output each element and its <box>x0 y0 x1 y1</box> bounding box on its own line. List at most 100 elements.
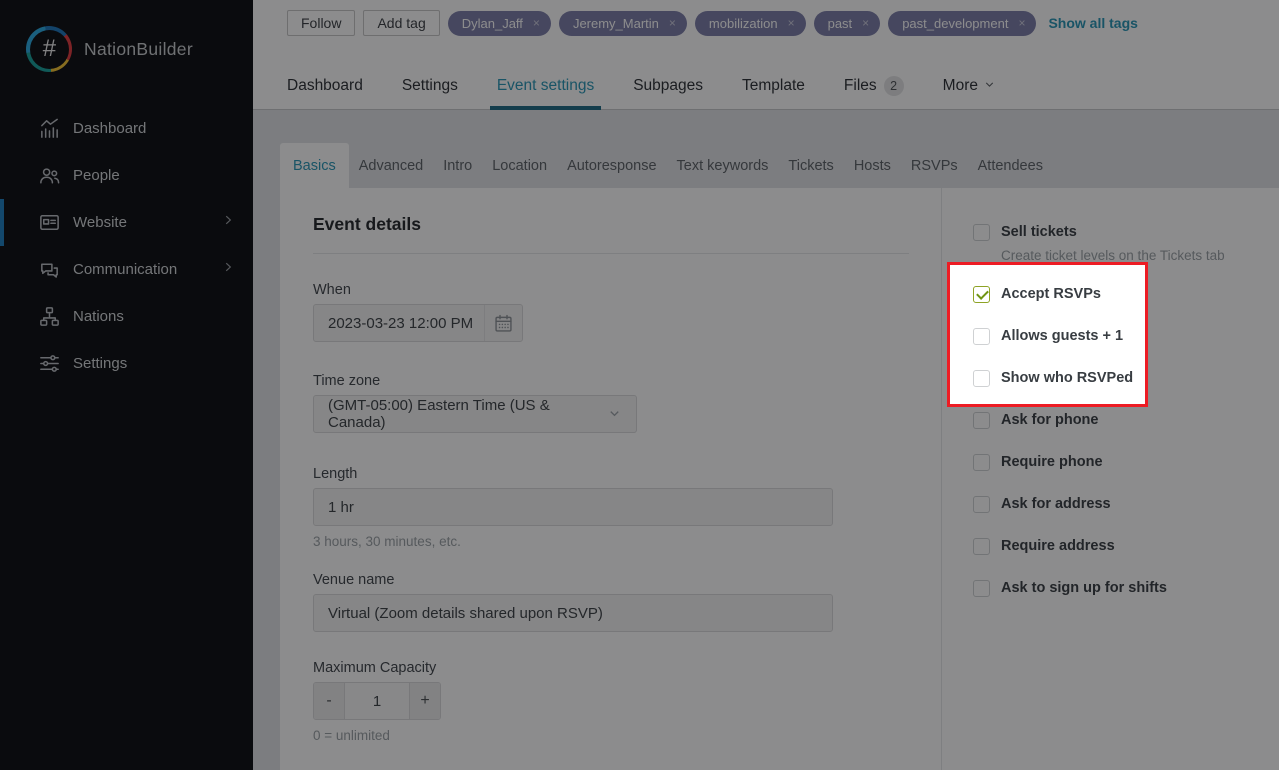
checkbox-accept-rsvps[interactable] <box>973 286 990 303</box>
show-all-tags-link[interactable]: Show all tags <box>1048 15 1137 31</box>
subtab-hosts[interactable]: Hosts <box>844 143 901 188</box>
remove-tag-icon[interactable]: × <box>669 16 676 30</box>
subtab-attendees[interactable]: Attendees <box>968 143 1053 188</box>
capacity-value[interactable]: 1 <box>345 683 409 719</box>
when-input[interactable]: 2023-03-23 12:00 PM <box>313 304 523 342</box>
subtab-text-keywords[interactable]: Text keywords <box>667 143 779 188</box>
checkbox-ask-for-phone[interactable] <box>973 412 990 429</box>
option-ask-to-sign-up-for-shifts: Ask to sign up for shifts <box>973 579 1279 597</box>
option-label: Show who RSVPed <box>1001 370 1133 386</box>
chevron-right-icon <box>221 213 235 232</box>
subtab-advanced[interactable]: Advanced <box>349 143 434 188</box>
sidebar-item-label: Settings <box>73 355 127 372</box>
main-area: Follow Add tag Dylan_Jaff×Jeremy_Martin×… <box>253 0 1279 770</box>
option-require-phone: Require phone <box>973 453 1279 471</box>
tab-label: More <box>943 77 978 95</box>
sidebar-item-nations[interactable]: Nations <box>0 293 253 340</box>
tab-subpages[interactable]: Subpages <box>626 62 710 110</box>
tab-more[interactable]: More <box>936 62 1003 110</box>
chevron-down-icon <box>978 76 996 96</box>
chevron-right-icon <box>221 260 235 279</box>
follow-button[interactable]: Follow <box>287 10 355 36</box>
subtab-rsvps[interactable]: RSVPs <box>901 143 968 188</box>
quantity-stepper: - 1 + <box>313 682 441 720</box>
tag-label: Dylan_Jaff <box>462 16 523 31</box>
sidebar-item-label: Website <box>73 214 127 231</box>
tag-pill-dylan-jaff[interactable]: Dylan_Jaff × <box>448 11 551 36</box>
decrement-button[interactable]: - <box>314 683 345 719</box>
tag-pill-past[interactable]: past × <box>814 11 881 36</box>
subtab-location[interactable]: Location <box>482 143 557 188</box>
sidebar-item-website[interactable]: Website <box>0 199 253 246</box>
remove-tag-icon[interactable]: × <box>862 16 869 30</box>
increment-button[interactable]: + <box>409 683 440 719</box>
checkbox-require-address[interactable] <box>973 538 990 555</box>
subtab-autoresponse[interactable]: Autoresponse <box>557 143 666 188</box>
option-label: Allows guests + 1 <box>1001 328 1123 344</box>
tag-pill-mobilization[interactable]: mobilization× <box>695 11 806 36</box>
venue-field: Venue name Virtual (Zoom details shared … <box>313 572 913 632</box>
event-settings-card: Event details When 2023-03-23 12:00 PM T… <box>280 188 1279 770</box>
tab-label: Dashboard <box>287 77 363 95</box>
option-label: Require address <box>1001 538 1115 554</box>
subtab-tickets[interactable]: Tickets <box>778 143 843 188</box>
tab-template[interactable]: Template <box>735 62 812 110</box>
subtab-basics[interactable]: Basics <box>280 143 349 188</box>
option-label: Ask for phone <box>1001 412 1098 428</box>
checkbox-sell-tickets[interactable] <box>973 224 990 241</box>
remove-tag-icon[interactable]: × <box>533 16 540 30</box>
tag-label: past <box>828 16 853 31</box>
length-input[interactable]: 1 hr <box>313 488 833 526</box>
tag-pill-jeremy-martin[interactable]: Jeremy_Martin× <box>559 11 687 36</box>
checkbox-ask-for-address[interactable] <box>973 496 990 513</box>
tab-settings[interactable]: Settings <box>395 62 465 110</box>
option-accept-rsvps: Accept RSVPs <box>973 285 1279 303</box>
settings-icon <box>38 352 61 375</box>
tab-dashboard[interactable]: Dashboard <box>280 62 370 110</box>
divider <box>313 253 909 254</box>
hash-icon: # <box>26 26 72 72</box>
checkbox-allows-guests-1[interactable] <box>973 328 990 345</box>
sidebar-item-settings[interactable]: Settings <box>0 340 253 387</box>
remove-tag-icon[interactable]: × <box>788 16 795 30</box>
page-tabs: Dashboard Settings Event settings Subpages T… <box>280 62 1003 110</box>
sidebar-item-communication[interactable]: Communication <box>0 246 253 293</box>
add-tag-button[interactable]: Add tag <box>363 10 439 36</box>
checkbox-ask-to-sign-up-for-shifts[interactable] <box>973 580 990 597</box>
option-label: Require phone <box>1001 454 1103 470</box>
option-allows-guests-1: Allows guests + 1 <box>973 327 1279 345</box>
option-ask-for-address: Ask for address <box>973 495 1279 513</box>
calendar-icon[interactable] <box>484 305 522 341</box>
sidebar-item-dashboard[interactable]: Dashboard <box>0 105 253 152</box>
tab-label: Template <box>742 77 805 95</box>
when-label: When <box>313 282 913 300</box>
sidebar-item-label: Communication <box>73 261 177 278</box>
length-label: Length <box>313 466 913 484</box>
rsvp-options-column: Sell tickets Create ticket levels on the … <box>941 188 1279 770</box>
tab-files[interactable]: Files2 <box>837 62 911 110</box>
option-ask-for-phone: Ask for phone <box>973 411 1279 429</box>
tab-label: Subpages <box>633 77 703 95</box>
sidebar-item-people[interactable]: People <box>0 152 253 199</box>
nationbuilder-logo[interactable]: # NationBuilder <box>26 26 193 72</box>
remove-tag-icon[interactable]: × <box>1018 16 1025 30</box>
subtab-intro[interactable]: Intro <box>433 143 482 188</box>
option-help-text: Create ticket levels on the Tickets tab <box>1001 248 1279 266</box>
venue-input[interactable]: Virtual (Zoom details shared upon RSVP) <box>313 594 833 632</box>
option-label: Ask to sign up for shifts <box>1001 580 1167 596</box>
dashboard-icon <box>38 117 61 140</box>
tag-pill-past-development[interactable]: past_development× <box>888 11 1036 36</box>
section-title: Event details <box>313 214 913 235</box>
checkbox-require-phone[interactable] <box>973 454 990 471</box>
sidebar-item-label: Dashboard <box>73 120 146 137</box>
tab-event-settings[interactable]: Event settings <box>490 62 601 110</box>
tab-label: Files <box>844 77 877 95</box>
venue-label: Venue name <box>313 572 913 590</box>
time-zone-select[interactable]: (GMT-05:00) Eastern Time (US & Canada) <box>313 395 637 433</box>
length-value: 1 hr <box>328 499 354 516</box>
capacity-help: 0 = unlimited <box>313 728 913 743</box>
checkbox-show-who-rsvped[interactable] <box>973 370 990 387</box>
time-zone-field: Time zone (GMT-05:00) Eastern Time (US &… <box>313 373 913 433</box>
time-zone-label: Time zone <box>313 373 913 391</box>
option-sell-tickets: Sell tickets <box>973 223 1279 241</box>
